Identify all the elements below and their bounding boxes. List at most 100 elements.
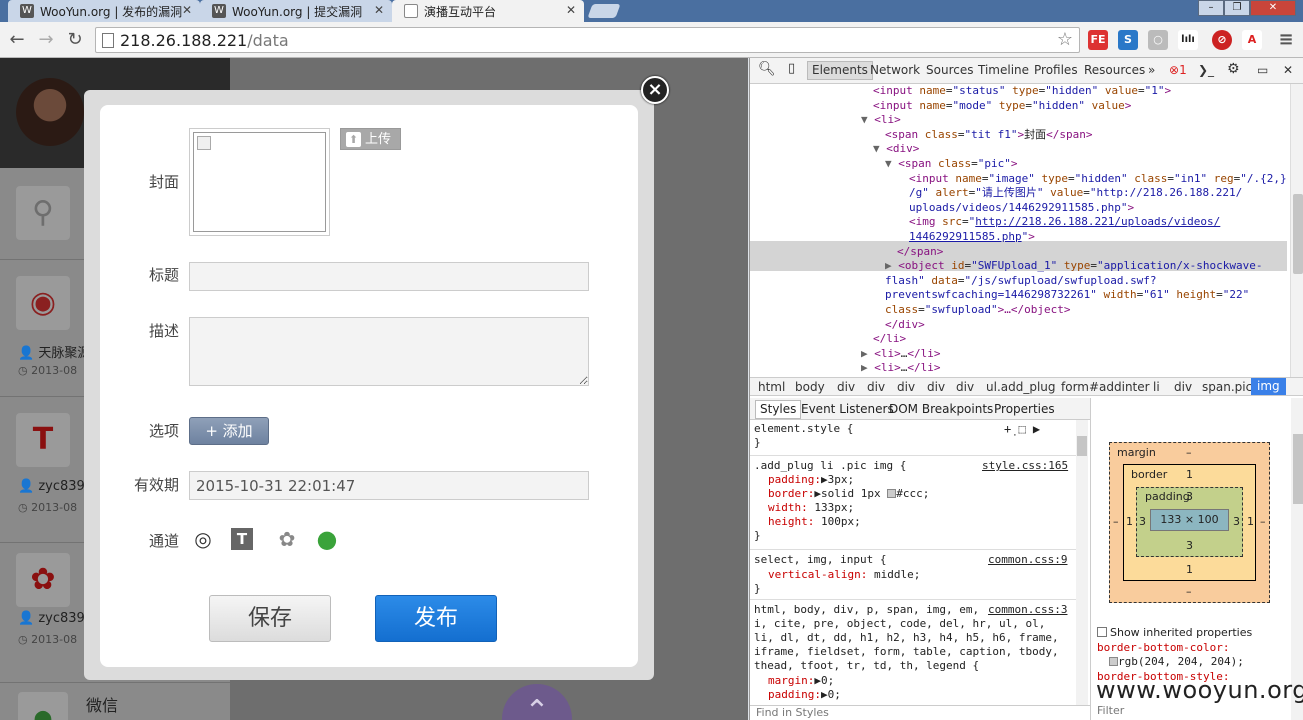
tab-elements[interactable]: Elements <box>807 61 873 80</box>
title-input[interactable] <box>189 262 589 291</box>
crumb-body[interactable]: body <box>795 380 825 394</box>
wechat-channel-icon[interactable]: ● <box>312 524 342 554</box>
margin-right-value[interactable]: – <box>1260 515 1266 528</box>
close-tab-icon[interactable]: ✕ <box>374 3 384 17</box>
dom-line[interactable]: <input name="mode" type="hidden" value> <box>873 99 1131 114</box>
validity-input[interactable] <box>189 471 589 500</box>
dom-line[interactable]: class="swfupload">…</object> <box>885 303 1070 318</box>
crumb-img[interactable]: img <box>1251 378 1286 395</box>
reload-icon[interactable]: ↻ <box>66 30 84 50</box>
style-prop[interactable]: border:▶solid 1px #ccc; <box>768 487 929 501</box>
dom-line[interactable]: ▶ <li>…</li> <box>861 347 941 362</box>
weibo-channel-icon[interactable]: ◎ <box>188 524 218 554</box>
dom-line[interactable]: <input name="image" type="hidden" class=… <box>909 172 1287 187</box>
padding-right-value[interactable]: 3 <box>1233 515 1240 528</box>
show-inherited-checkbox[interactable]: Show inherited properties <box>1097 626 1252 641</box>
browser-tab-1[interactable]: W WooYun.org | 发布的漏洞 ✕ <box>8 0 200 22</box>
browser-tab-2[interactable]: W WooYun.org | 提交漏洞 ✕ <box>200 0 392 22</box>
tab-timeline[interactable]: Timeline <box>978 63 1029 77</box>
dom-tree[interactable]: <input name="status" type="hidden" value… <box>750 84 1290 377</box>
border-top-value[interactable]: 1 <box>1186 468 1193 481</box>
style-prop[interactable]: width: 133px; <box>768 501 854 515</box>
style-rule-add-plug[interactable]: .add_plug li .pic img { style.css:165 pa… <box>750 456 1076 550</box>
close-window-icon[interactable]: ✕ <box>1250 0 1296 16</box>
dom-line[interactable]: ▶ <object id="SWFUpload_1" type="applica… <box>885 259 1263 274</box>
crumb-span-pic[interactable]: span.pic <box>1202 380 1252 394</box>
dom-line-selected-img[interactable]: <img src="http://218.26.188.221/uploads/… <box>909 215 1220 230</box>
crumb-div[interactable]: div <box>927 380 945 394</box>
crumb-div[interactable]: div <box>1174 380 1192 394</box>
crumb-li[interactable]: li <box>1153 380 1160 394</box>
save-button[interactable]: 保存 <box>209 595 331 642</box>
publish-button[interactable]: 发布 <box>375 595 497 642</box>
tab-resources[interactable]: Resources <box>1084 63 1145 77</box>
border-left-value[interactable]: 1 <box>1126 515 1133 528</box>
tab-properties[interactable]: Properties <box>994 402 1055 416</box>
style-prop[interactable]: margin:▶0; <box>768 674 834 688</box>
border-right-value[interactable]: 1 <box>1247 515 1254 528</box>
tab-sources[interactable]: Sources <box>926 63 973 77</box>
rule-source-link[interactable]: style.css:165 <box>982 459 1068 473</box>
styles-pane[interactable]: element.style { } +̣ ⬚ ▶ .add_plug li .p… <box>750 420 1076 705</box>
box-model-content[interactable]: 133 × 100 <box>1150 509 1229 531</box>
page-info-icon[interactable] <box>102 33 114 48</box>
tab-network[interactable]: Network <box>870 63 920 77</box>
dom-line[interactable]: <input name="status" type="hidden" value… <box>873 84 1171 99</box>
close-tab-icon[interactable]: ✕ <box>182 3 192 17</box>
color-swatch[interactable] <box>1109 657 1118 666</box>
padding-left-value[interactable]: 3 <box>1139 515 1146 528</box>
new-tab-button[interactable] <box>587 4 621 18</box>
inspect-magnifier-icon[interactable]: 🔍︎ <box>758 61 776 77</box>
style-prop[interactable]: height: 100px; <box>768 515 861 529</box>
new-style-rule-icon[interactable]: +̣ ⬚ ▶ <box>1004 422 1040 436</box>
find-in-styles-input[interactable]: Find in Styles <box>750 705 1090 720</box>
inherited-prop[interactable]: border-bottom-color: <box>1097 641 1252 656</box>
crumb-form[interactable]: form#addinter <box>1061 380 1150 394</box>
description-textarea[interactable] <box>189 317 589 386</box>
rule-source-link[interactable]: common.css:3 <box>988 603 1067 617</box>
bookmark-star-icon[interactable]: ☆ <box>1057 29 1073 50</box>
tencent-weibo-channel-icon[interactable]: T <box>231 528 253 550</box>
close-devtools-icon[interactable]: ✕ <box>1283 63 1293 77</box>
dom-line[interactable]: <span class="tit f1">封面</span> <box>885 128 1092 143</box>
color-swatch[interactable] <box>887 489 897 498</box>
crumb-div[interactable]: div <box>956 380 974 394</box>
crumb-div[interactable]: div <box>837 380 855 394</box>
back-arrow-icon[interactable]: ← <box>8 30 26 50</box>
browser-tab-3-active[interactable]: 演播互动平台 ✕ <box>392 0 584 22</box>
gear-icon[interactable]: ⚙ <box>1227 61 1240 77</box>
padding-bottom-value[interactable]: 3 <box>1186 539 1193 552</box>
dock-side-icon[interactable]: ▭ <box>1257 63 1268 77</box>
crumb-div[interactable]: div <box>897 380 915 394</box>
more-tabs-icon[interactable]: » <box>1148 63 1155 77</box>
padding-top-value[interactable]: 3 <box>1186 490 1193 503</box>
dom-line[interactable]: ▼ <span class="pic"> <box>885 157 1018 172</box>
dom-line[interactable]: </div> <box>885 318 925 333</box>
style-rule-element[interactable]: element.style { } +̣ ⬚ ▶ <box>750 420 1076 456</box>
add-option-button[interactable]: + 添加 <box>189 417 269 445</box>
rule-source-link[interactable]: common.css:9 <box>988 553 1067 567</box>
chrome-menu-icon[interactable]: ≡ <box>1276 30 1296 50</box>
extension-a-icon[interactable]: A <box>1242 30 1262 50</box>
tab-profiles[interactable]: Profiles <box>1034 63 1078 77</box>
margin-bottom-value[interactable]: – <box>1186 585 1192 598</box>
extension-fe-icon[interactable]: FE <box>1088 30 1108 50</box>
dom-line[interactable]: flash" data="/js/swfupload/swfupload.swf… <box>885 274 1157 289</box>
extension-circle-icon[interactable]: ○ <box>1148 30 1168 50</box>
dom-line[interactable]: 1446292911585.php"> <box>909 230 1035 245</box>
tab-dom-breakpoints[interactable]: DOM Breakpoints <box>889 402 993 416</box>
margin-top-value[interactable]: – <box>1186 446 1192 459</box>
extension-bars-icon[interactable]: lılı <box>1178 30 1198 50</box>
minimize-window-icon[interactable]: – <box>1198 0 1224 16</box>
restore-window-icon[interactable]: ❐ <box>1224 0 1250 16</box>
style-rule-reset[interactable]: html, body, div, p, span, img, em, commo… <box>750 600 1076 705</box>
dom-line[interactable]: uploads/videos/1446292911585.php"> <box>909 201 1134 216</box>
tab-styles[interactable]: Styles <box>755 400 802 419</box>
style-prop[interactable]: padding:▶3px; <box>768 473 854 487</box>
dom-line[interactable]: ▶ <li>…</li> <box>861 361 941 376</box>
address-bar[interactable]: 218.26.188.221/data ☆ <box>95 27 1080 53</box>
avatar[interactable] <box>16 78 84 146</box>
crumb-html[interactable]: html <box>758 380 785 394</box>
styles-scrollbar[interactable] <box>1076 420 1088 705</box>
margin-left-value[interactable]: – <box>1113 515 1119 528</box>
